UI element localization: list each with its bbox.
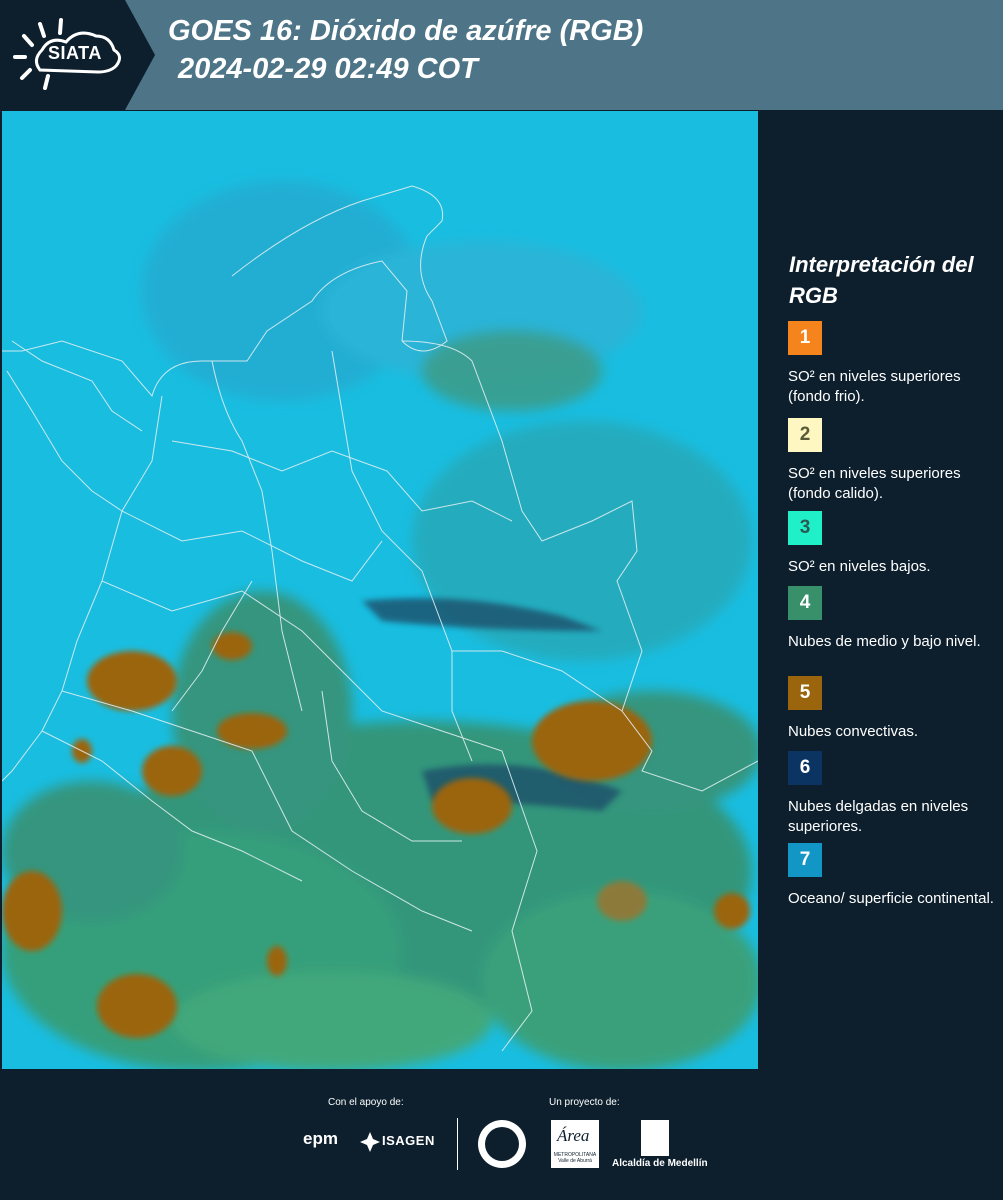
logo-text: SIATA [48, 43, 102, 63]
legend-label-5: Nubes convectivas. [788, 723, 919, 740]
map-image [2, 111, 758, 1069]
area-metropolitana-logo[interactable]: Área METROPOLITANA Valle de Aburrá [551, 1120, 599, 1168]
header-bar: SIATA GOES 16: Dióxido de azúfre (RGB) 2… [0, 0, 1003, 110]
legend-swatch-3: 3 [788, 511, 822, 545]
legend-item-3: 3 SO² en niveles bajos. [788, 511, 998, 577]
legend-item-5: 5 Nubes convectivas. [788, 676, 998, 742]
seal-emblem-icon [485, 1127, 519, 1161]
legend-label-2: SO² en niveles superiores (fondo calido)… [788, 465, 961, 502]
title-product: GOES 16: Dióxido de azúfre (RGB) [168, 15, 644, 47]
isagen-logo[interactable]: ISAGEN [382, 1133, 435, 1148]
area-logo-word: Área [557, 1126, 590, 1145]
satellite-map[interactable] [2, 111, 758, 1069]
isagen-logo-icon [360, 1132, 380, 1152]
alcaldia-shield-icon [641, 1120, 669, 1156]
seal-logo[interactable] [478, 1120, 526, 1168]
alcaldia-logo[interactable]: Alcaldía de Medellín [612, 1158, 708, 1169]
project-label: Un proyecto de: [549, 1097, 620, 1108]
footer-divider [457, 1118, 458, 1170]
legend-swatch-6: 6 [788, 751, 822, 785]
page-title: GOES 16: Dióxido de azúfre (RGB) 2024-02… [168, 12, 643, 88]
siata-logo[interactable]: SIATA [0, 0, 155, 110]
legend-label-6: Nubes delgadas en niveles superiores. [788, 798, 969, 835]
legend-item-6: 6 Nubes delgadas en niveles superiores. [788, 751, 998, 837]
legend-label-7: Oceano/ superficie continental. [788, 890, 994, 907]
support-label: Con el apoyo de: [328, 1097, 404, 1108]
legend-label-1: SO² en niveles superiores (fondo frio). [788, 368, 961, 405]
legend-item-7: 7 Oceano/ superficie continental. [788, 843, 998, 909]
legend-label-3: SO² en niveles bajos. [788, 558, 931, 575]
legend-swatch-7: 7 [788, 843, 822, 877]
legend-label-4: Nubes de medio y bajo nivel. [788, 633, 981, 650]
legend-item-1: 1 SO² en niveles superiores (fondo frio)… [788, 321, 998, 407]
legend-swatch-4: 4 [788, 586, 822, 620]
legend-swatch-5: 5 [788, 676, 822, 710]
legend-item-4: 4 Nubes de medio y bajo nivel. [788, 586, 998, 652]
area-logo-subtitle: METROPOLITANA Valle de Aburrá [553, 1152, 597, 1164]
legend-panel: Interpretación del RGB 1 SO² en niveles … [760, 111, 1003, 1069]
legend-swatch-1: 1 [788, 321, 822, 355]
legend-title: Interpretación del RGB [789, 252, 974, 308]
legend-item-2: 2 SO² en niveles superiores (fondo calid… [788, 418, 998, 504]
epm-logo[interactable]: epm [303, 1129, 338, 1149]
legend-swatch-2: 2 [788, 418, 822, 452]
footer: Con el apoyo de: Un proyecto de: epm ISA… [0, 1070, 1003, 1200]
title-timestamp: 2024-02-29 02:49 COT [178, 53, 478, 85]
